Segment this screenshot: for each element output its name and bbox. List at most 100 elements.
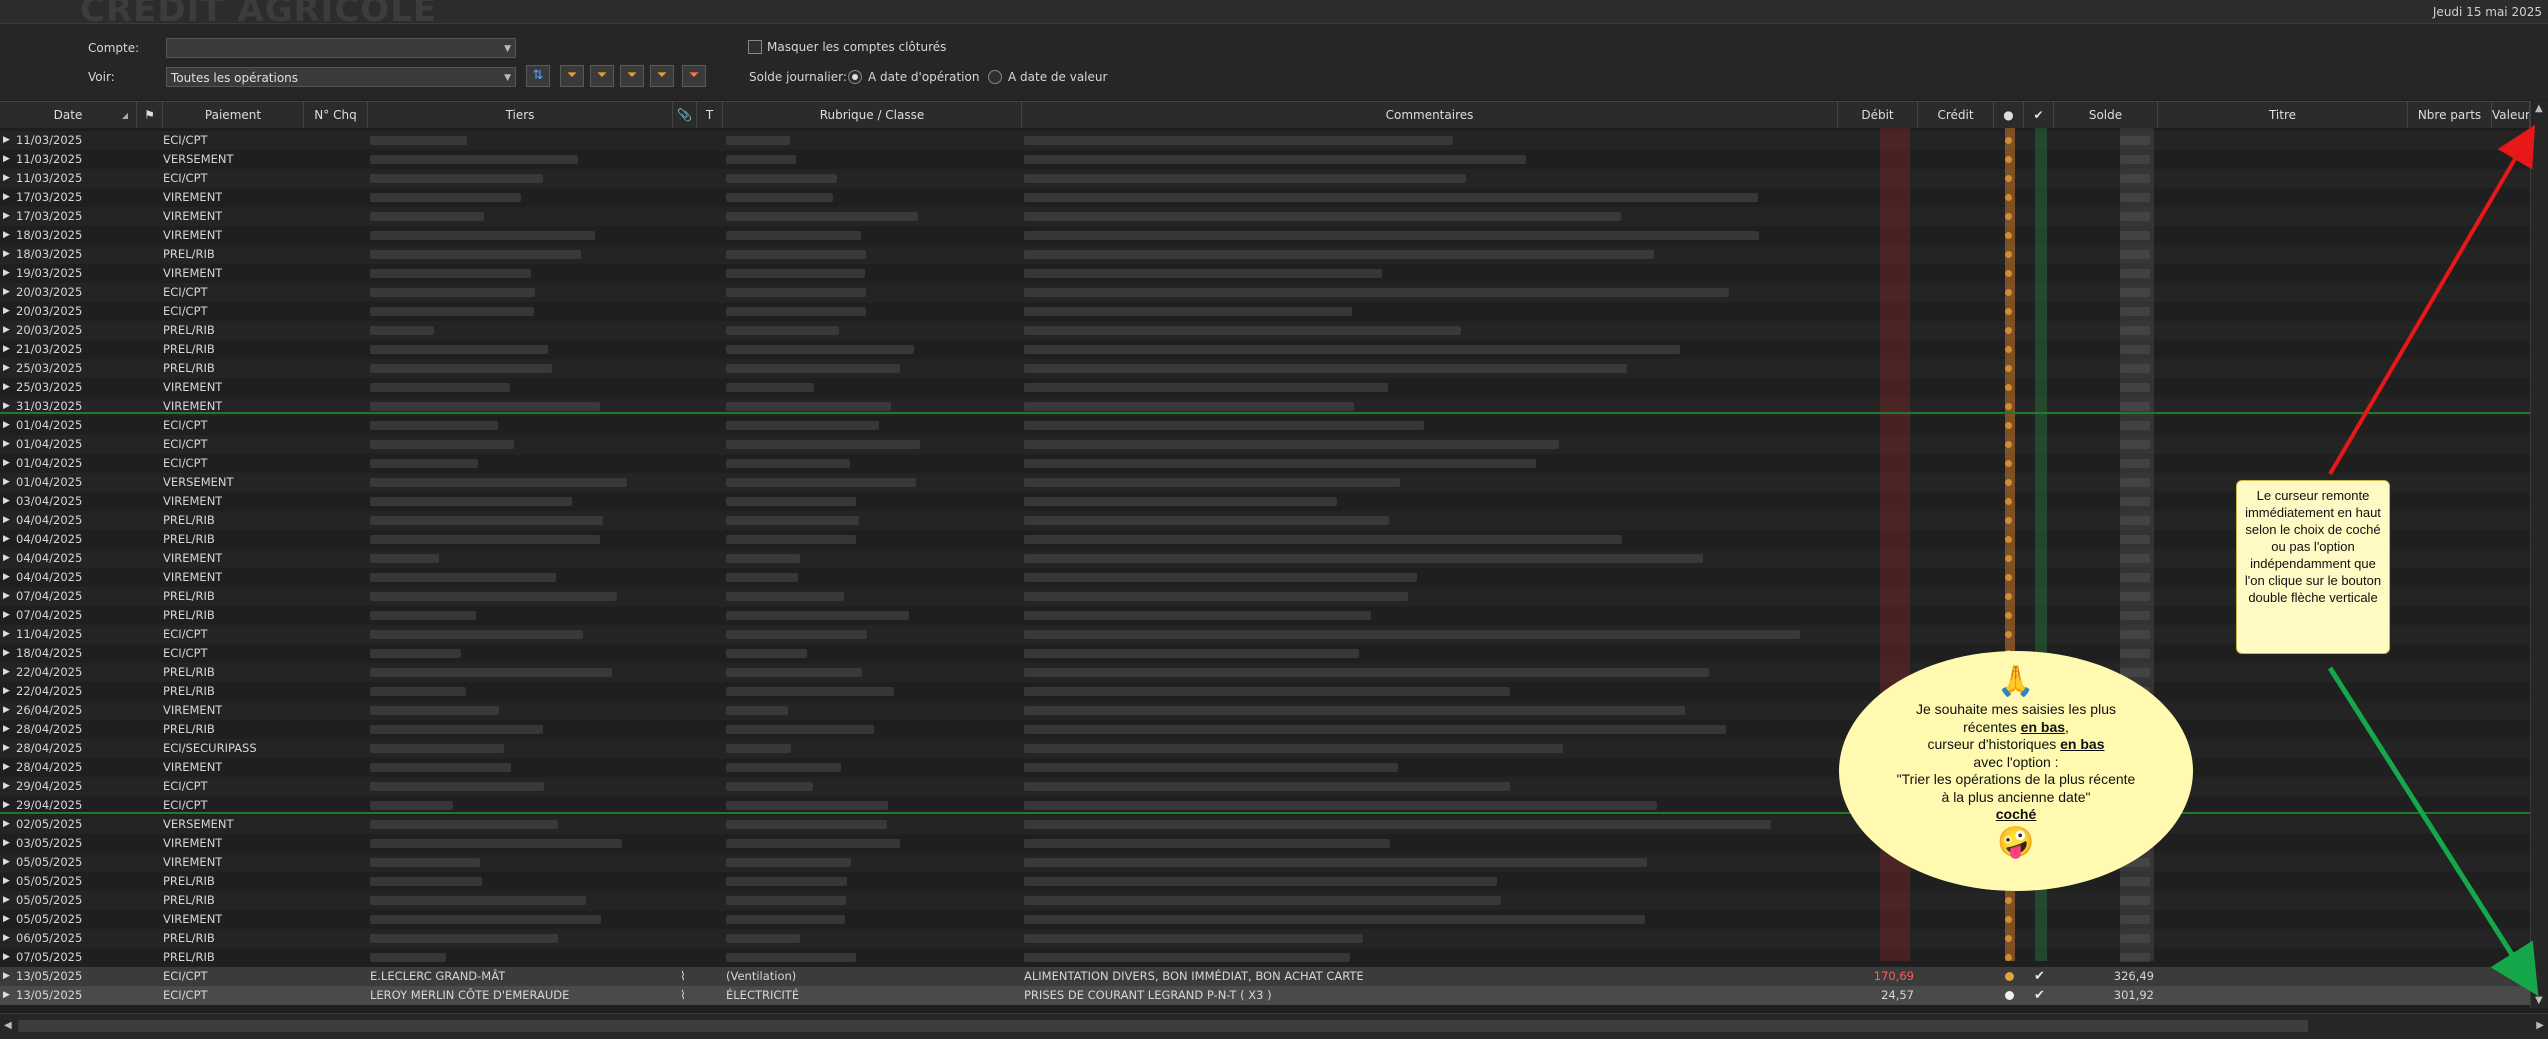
cell-solde: 326,49 <box>2113 969 2154 983</box>
expand-row-icon[interactable]: ▶ <box>3 606 10 625</box>
expand-row-icon[interactable]: ▶ <box>3 853 10 872</box>
expand-row-icon[interactable]: ▶ <box>3 967 10 986</box>
expand-row-icon[interactable]: ▶ <box>3 625 10 644</box>
expand-row-icon[interactable]: ▶ <box>3 169 10 188</box>
checkmark-icon[interactable]: ✔ <box>2034 967 2045 986</box>
horizontal-scroll-thumb[interactable] <box>18 1020 2308 1032</box>
expand-row-icon[interactable]: ▶ <box>3 302 10 321</box>
expand-row-icon[interactable]: ▶ <box>3 815 10 834</box>
col-credit[interactable]: Crédit <box>1918 102 1994 129</box>
expand-row-icon[interactable]: ▶ <box>3 739 10 758</box>
sort-updown-button[interactable]: ⇅ <box>526 65 550 87</box>
table-row[interactable]: ▶ 13/05/2025 ECI/CPT LEROY MERLIN CÔTE D'EM… <box>0 986 2530 1005</box>
cell-paiement: ECI/CPT <box>163 456 208 470</box>
scroll-left-icon[interactable]: ◀ <box>4 1020 12 1031</box>
expand-row-icon[interactable]: ▶ <box>3 283 10 302</box>
paperclip-icon[interactable]: ⌇ <box>680 969 686 983</box>
redacted-cell <box>726 915 845 924</box>
expand-row-icon[interactable]: ▶ <box>3 245 10 264</box>
col-date[interactable]: Date ◢ <box>0 102 137 129</box>
expand-row-icon[interactable]: ▶ <box>3 226 10 245</box>
col-rapproche[interactable]: ✔ <box>2024 102 2054 129</box>
expand-row-icon[interactable]: ▶ <box>3 910 10 929</box>
expand-row-icon[interactable]: ▶ <box>3 340 10 359</box>
expand-row-icon[interactable]: ▶ <box>3 948 10 967</box>
masquer-checkbox[interactable] <box>748 40 762 54</box>
paperclip-icon[interactable]: ⌇ <box>680 988 686 1002</box>
col-commentaires[interactable]: Commentaires <box>1022 102 1838 129</box>
col-pointage[interactable]: ● <box>1994 102 2024 129</box>
col-debit[interactable]: Débit <box>1838 102 1918 129</box>
pointage-dot-icon[interactable] <box>2005 991 2014 1000</box>
cell-paiement: VIREMENT <box>163 266 223 280</box>
radio-date-valeur[interactable] <box>988 70 1002 84</box>
cell-date: 28/04/2025 <box>16 741 83 755</box>
redacted-cell <box>370 459 478 468</box>
expand-row-icon[interactable]: ▶ <box>3 530 10 549</box>
redacted-cell <box>370 782 544 791</box>
col-rubrique[interactable]: Rubrique / Classe <box>723 102 1022 129</box>
expand-row-icon[interactable]: ▶ <box>3 473 10 492</box>
redacted-cell <box>370 402 600 411</box>
col-solde[interactable]: Solde <box>2054 102 2158 129</box>
expand-row-icon[interactable]: ▶ <box>3 321 10 340</box>
cell-date: 21/03/2025 <box>16 342 83 356</box>
table-row[interactable]: ▶ 13/05/2025 ECI/CPT E.LECLERC GRAND-MÂT ⌇ (V… <box>0 967 2530 986</box>
expand-row-icon[interactable]: ▶ <box>3 758 10 777</box>
horizontal-scrollbar[interactable]: ◀ ▶ <box>0 1013 2548 1039</box>
scroll-up-icon[interactable]: ▲ <box>2535 103 2543 114</box>
expand-row-icon[interactable]: ▶ <box>3 264 10 283</box>
expand-row-icon[interactable]: ▶ <box>3 720 10 739</box>
scroll-down-icon[interactable]: ▼ <box>2535 995 2543 1006</box>
radio-date-operation[interactable] <box>848 70 862 84</box>
expand-row-icon[interactable]: ▶ <box>3 511 10 530</box>
col-attachment[interactable]: 📎 <box>673 102 697 129</box>
expand-row-icon[interactable]: ▶ <box>3 644 10 663</box>
col-cheque[interactable]: N° Chq <box>304 102 368 129</box>
cell-paiement: PREL/RIB <box>163 247 215 261</box>
expand-row-icon[interactable]: ▶ <box>3 435 10 454</box>
expand-row-icon[interactable]: ▶ <box>3 568 10 587</box>
col-nbre-parts[interactable]: Nbre parts <box>2408 102 2492 129</box>
expand-row-icon[interactable]: ▶ <box>3 549 10 568</box>
expand-row-icon[interactable]: ▶ <box>3 150 10 169</box>
expand-row-icon[interactable]: ▶ <box>3 682 10 701</box>
col-titre[interactable]: Titre <box>2158 102 2408 129</box>
pointage-dot-icon[interactable] <box>2005 972 2014 981</box>
voir-select[interactable]: Toutes les opérations ▼ <box>166 67 516 87</box>
compte-select[interactable]: ▼ <box>166 38 516 58</box>
filter-clear-button[interactable]: ⏷ <box>682 65 706 87</box>
filter-add-button[interactable]: ⏷ <box>560 65 584 87</box>
expand-row-icon[interactable]: ▶ <box>3 834 10 853</box>
col-tiers[interactable]: Tiers <box>368 102 673 129</box>
expand-row-icon[interactable]: ▶ <box>3 207 10 226</box>
expand-row-icon[interactable]: ▶ <box>3 587 10 606</box>
expand-row-icon[interactable]: ▶ <box>3 929 10 948</box>
solde-journalier-label: Solde journalier: <box>749 70 847 84</box>
col-flag[interactable]: ⚑ <box>137 102 163 129</box>
filter-remove-button[interactable]: ⏷ <box>590 65 614 87</box>
expand-row-icon[interactable]: ▶ <box>3 872 10 891</box>
expand-row-icon[interactable]: ▶ <box>3 663 10 682</box>
filter-funnel-button[interactable]: ⏷ <box>650 65 674 87</box>
expand-row-icon[interactable]: ▶ <box>3 378 10 397</box>
expand-row-icon[interactable]: ▶ <box>3 492 10 511</box>
expand-row-icon[interactable]: ▶ <box>3 986 10 1005</box>
expand-row-icon[interactable]: ▶ <box>3 131 10 150</box>
expand-row-icon[interactable]: ▶ <box>3 891 10 910</box>
redacted-cell <box>726 858 851 867</box>
filter-edit-button[interactable]: ⏷ <box>620 65 644 87</box>
checkmark-icon[interactable]: ✔ <box>2034 986 2045 1005</box>
expand-row-icon[interactable]: ▶ <box>3 359 10 378</box>
vertical-scrollbar[interactable]: ▲ ▼ <box>2530 101 2548 1008</box>
col-valeur[interactable]: Valeur <box>2492 102 2530 129</box>
scroll-right-icon[interactable]: ▶ <box>2536 1020 2544 1031</box>
col-paiement[interactable]: Paiement <box>163 102 304 129</box>
expand-row-icon[interactable]: ▶ <box>3 701 10 720</box>
expand-row-icon[interactable]: ▶ <box>3 454 10 473</box>
expand-row-icon[interactable]: ▶ <box>3 416 10 435</box>
redacted-cell <box>370 155 578 164</box>
col-t[interactable]: T <box>697 102 723 129</box>
expand-row-icon[interactable]: ▶ <box>3 188 10 207</box>
expand-row-icon[interactable]: ▶ <box>3 777 10 796</box>
